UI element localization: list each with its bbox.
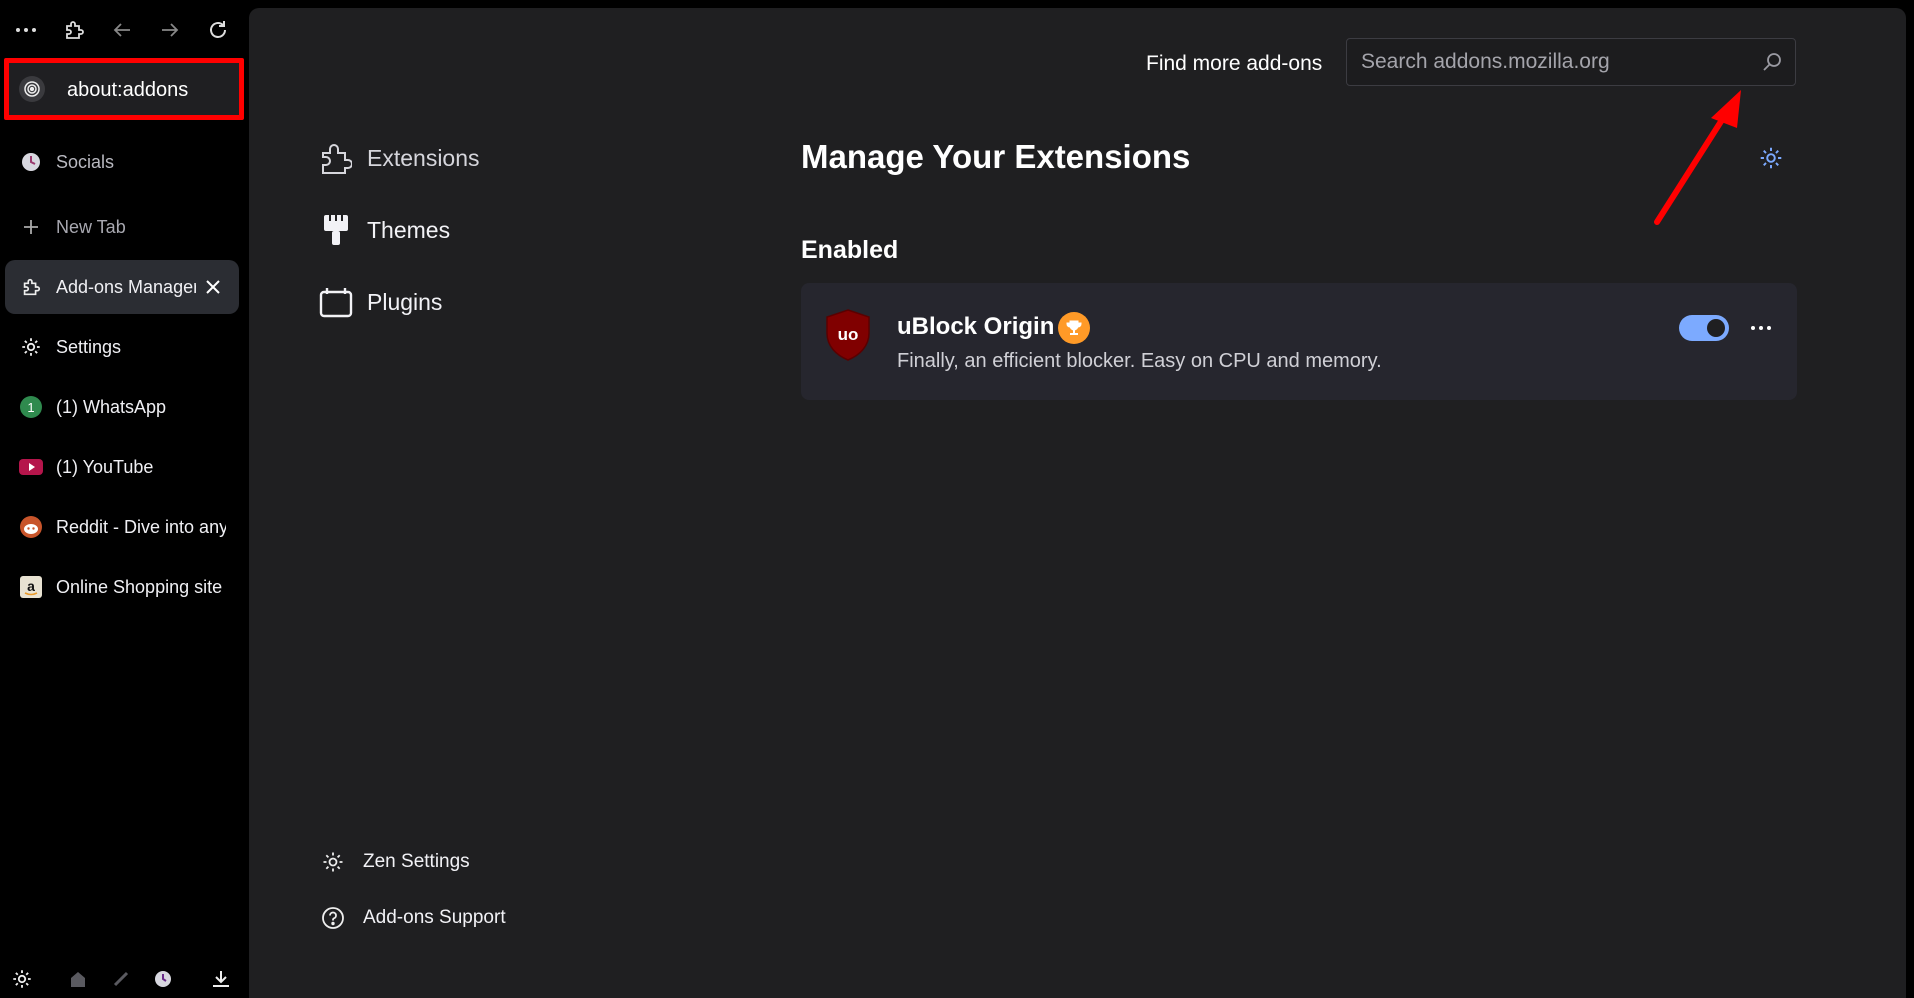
extension-description: Finally, an efficient blocker. Easy on C… <box>897 350 1382 372</box>
addons-search-box[interactable] <box>1346 38 1796 86</box>
gear-icon <box>19 335 43 359</box>
tools-gear-icon[interactable] <box>1755 142 1787 174</box>
brush-icon <box>319 213 353 247</box>
svg-text:1: 1 <box>27 400 34 415</box>
youtube-icon <box>19 455 43 479</box>
recommended-trophy-icon <box>1058 312 1090 344</box>
toolbar <box>0 12 248 48</box>
zen-settings-link[interactable]: Zen Settings <box>319 845 470 879</box>
tab-socials[interactable]: Socials <box>5 135 239 189</box>
extension-enable-toggle[interactable] <box>1679 315 1729 341</box>
extension-name[interactable]: uBlock Origin <box>897 313 1054 341</box>
tab-label: Online Shopping site <box>56 576 223 597</box>
footer-link-label: Zen Settings <box>363 851 470 872</box>
category-themes[interactable]: Themes <box>319 204 599 256</box>
gear-icon <box>319 848 347 876</box>
more-options-icon[interactable] <box>1746 313 1776 343</box>
url-text: about:addons <box>67 79 189 101</box>
forward-arrow-icon[interactable] <box>152 12 188 48</box>
tab-settings[interactable]: Settings <box>5 320 239 374</box>
extensions-icon[interactable] <box>56 12 92 48</box>
tab-whatsapp[interactable]: 1 (1) WhatsApp <box>5 380 239 434</box>
ublock-logo-text: uo <box>838 325 859 344</box>
category-label: Extensions <box>367 144 480 171</box>
page-identity-icon <box>19 76 45 102</box>
addons-search-input[interactable] <box>1361 39 1751 85</box>
back-arrow-icon[interactable] <box>104 12 140 48</box>
history-icon[interactable] <box>146 962 180 996</box>
svg-text:a: a <box>27 578 35 594</box>
tab-label: Add-ons Manager <box>56 276 196 297</box>
reload-icon[interactable] <box>200 12 236 48</box>
help-icon <box>319 904 347 932</box>
tab-reddit[interactable]: Reddit - Dive into anything <box>5 500 239 554</box>
tab-label: Socials <box>56 151 115 172</box>
download-icon[interactable] <box>204 962 238 996</box>
section-heading: Enabled <box>801 236 899 264</box>
tab-addons-manager[interactable]: Add-ons Manager <box>5 260 239 314</box>
tab-label: (1) YouTube <box>56 456 154 477</box>
clock-icon <box>19 150 43 174</box>
footer-link-label: Add-ons Support <box>363 907 506 928</box>
url-bar[interactable]: about:addons <box>4 58 244 120</box>
tools-icon[interactable] <box>104 962 138 996</box>
annotation-arrow-icon <box>1654 90 1741 225</box>
category-label: Themes <box>367 216 451 243</box>
page-title: Manage Your Extensions <box>801 138 1191 175</box>
toggle-knob <box>1707 319 1725 337</box>
menu-dots-icon[interactable] <box>8 12 44 48</box>
puzzle-icon <box>19 275 43 299</box>
category-extensions[interactable]: Extensions <box>319 132 599 184</box>
tab-label: New Tab <box>56 216 126 237</box>
plugin-icon <box>319 285 353 319</box>
reddit-icon <box>19 515 43 539</box>
home-icon[interactable] <box>61 962 95 996</box>
tab-label: Reddit - Dive into anything <box>56 516 226 537</box>
amazon-icon: a <box>19 575 43 599</box>
puzzle-icon <box>319 141 353 175</box>
ublock-logo-icon: uo <box>826 309 870 361</box>
close-icon[interactable] <box>201 275 225 299</box>
tab-youtube[interactable]: (1) YouTube <box>5 440 239 494</box>
settings-gear-icon[interactable] <box>5 962 39 996</box>
tab-label: Settings <box>56 336 122 357</box>
sidebar-bottom-bar <box>0 962 248 996</box>
category-plugins[interactable]: Plugins <box>319 276 599 328</box>
tab-label: (1) WhatsApp <box>56 396 167 417</box>
sidebar: about:addons Socials New Tab Add-ons Man… <box>0 0 248 998</box>
addons-support-link[interactable]: Add-ons Support <box>319 901 506 935</box>
tab-amazon[interactable]: a Online Shopping site <box>5 560 239 614</box>
category-label: Plugins <box>367 288 443 315</box>
plus-icon <box>19 215 43 239</box>
whatsapp-icon: 1 <box>19 395 43 419</box>
tab-new-tab[interactable]: New Tab <box>5 200 239 254</box>
find-more-addons-label: Find more add-ons <box>1146 52 1323 75</box>
search-icon[interactable] <box>1761 51 1783 73</box>
extension-card[interactable]: uo uBlock Origin Finally, an efficient b… <box>801 283 1797 400</box>
addons-page: Find more add-ons Extensions Themes Plug… <box>249 8 1906 998</box>
